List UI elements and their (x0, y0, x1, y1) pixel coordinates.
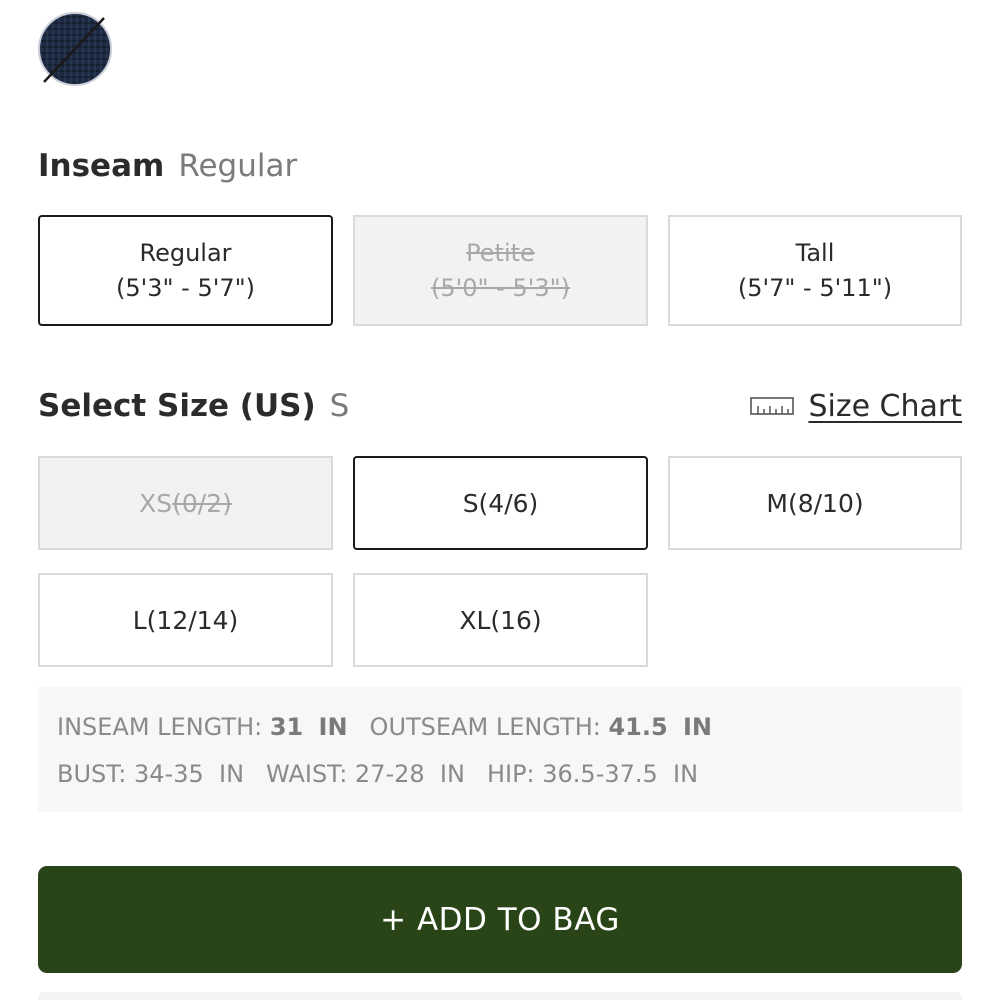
size-option-label: L(12/14) (132, 605, 239, 635)
outseam-length: OUTSEAM LENGTH: 41.5 IN (369, 713, 712, 741)
size-option-label: S(4/6) (462, 488, 539, 518)
bust-measurement: BUST: 34-35 IN (57, 760, 245, 788)
next-section-edge (38, 992, 962, 1000)
size-option-l[interactable]: L(12/14) (38, 573, 333, 667)
inseam-option-petite[interactable]: Petite (5'0" - 5'3") (353, 215, 648, 326)
hip-measurement: HIP: 36.5-37.5 IN (486, 760, 699, 788)
inseam-label: Inseam (38, 148, 165, 184)
size-label: Select Size (US) (38, 388, 316, 424)
size-selected-value: S (329, 388, 350, 424)
waist-measurement: WAIST: 27-28 IN (266, 760, 465, 788)
inseam-option-range: (5'3" - 5'7") (116, 273, 255, 302)
size-option-s[interactable]: S(4/6) (353, 456, 648, 550)
inseam-selected-value: Regular (178, 148, 298, 184)
size-chart-label: Size Chart (808, 388, 962, 424)
inseam-option-name: Tall (795, 238, 835, 267)
size-option-m[interactable]: M(8/10) (668, 456, 962, 550)
measurements-panel: INSEAM LENGTH: 31 IN OUTSEAM LENGTH: 41.5… (38, 687, 962, 812)
unavailable-strike-icon (43, 17, 105, 83)
size-option-label: XL(16) (459, 605, 542, 635)
size-chart-link[interactable]: Size Chart (750, 386, 962, 426)
size-option-xl[interactable]: XL(16) (353, 573, 648, 667)
size-option-label: XS(0/2) (139, 488, 232, 518)
inseam-option-range: (5'0" - 5'3") (431, 273, 570, 302)
inseam-option-range: (5'7" - 5'11") (737, 273, 893, 302)
color-swatch[interactable] (38, 12, 112, 86)
size-option-label: M(8/10) (766, 488, 864, 518)
add-to-bag-button[interactable]: + ADD TO BAG (38, 866, 962, 973)
inseam-option-regular[interactable]: Regular (5'3" - 5'7") (38, 215, 333, 326)
measurements-row-body: BUST: 34-35 IN WAIST: 27-28 IN HIP: 36.5-3… (57, 751, 962, 798)
ruler-icon (750, 397, 795, 415)
inseam-length: INSEAM LENGTH: 31 IN (57, 713, 348, 741)
size-option-xs[interactable]: XS(0/2) (38, 456, 333, 550)
inseam-option-name: Petite (466, 238, 535, 267)
inseam-heading: Inseam Regular (38, 146, 297, 186)
size-heading: Select Size (US) S (38, 386, 349, 426)
inseam-option-tall[interactable]: Tall (5'7" - 5'11") (668, 215, 962, 326)
measurements-row-lengths: INSEAM LENGTH: 31 IN OUTSEAM LENGTH: 41.5… (57, 704, 962, 751)
inseam-option-name: Regular (139, 238, 232, 267)
